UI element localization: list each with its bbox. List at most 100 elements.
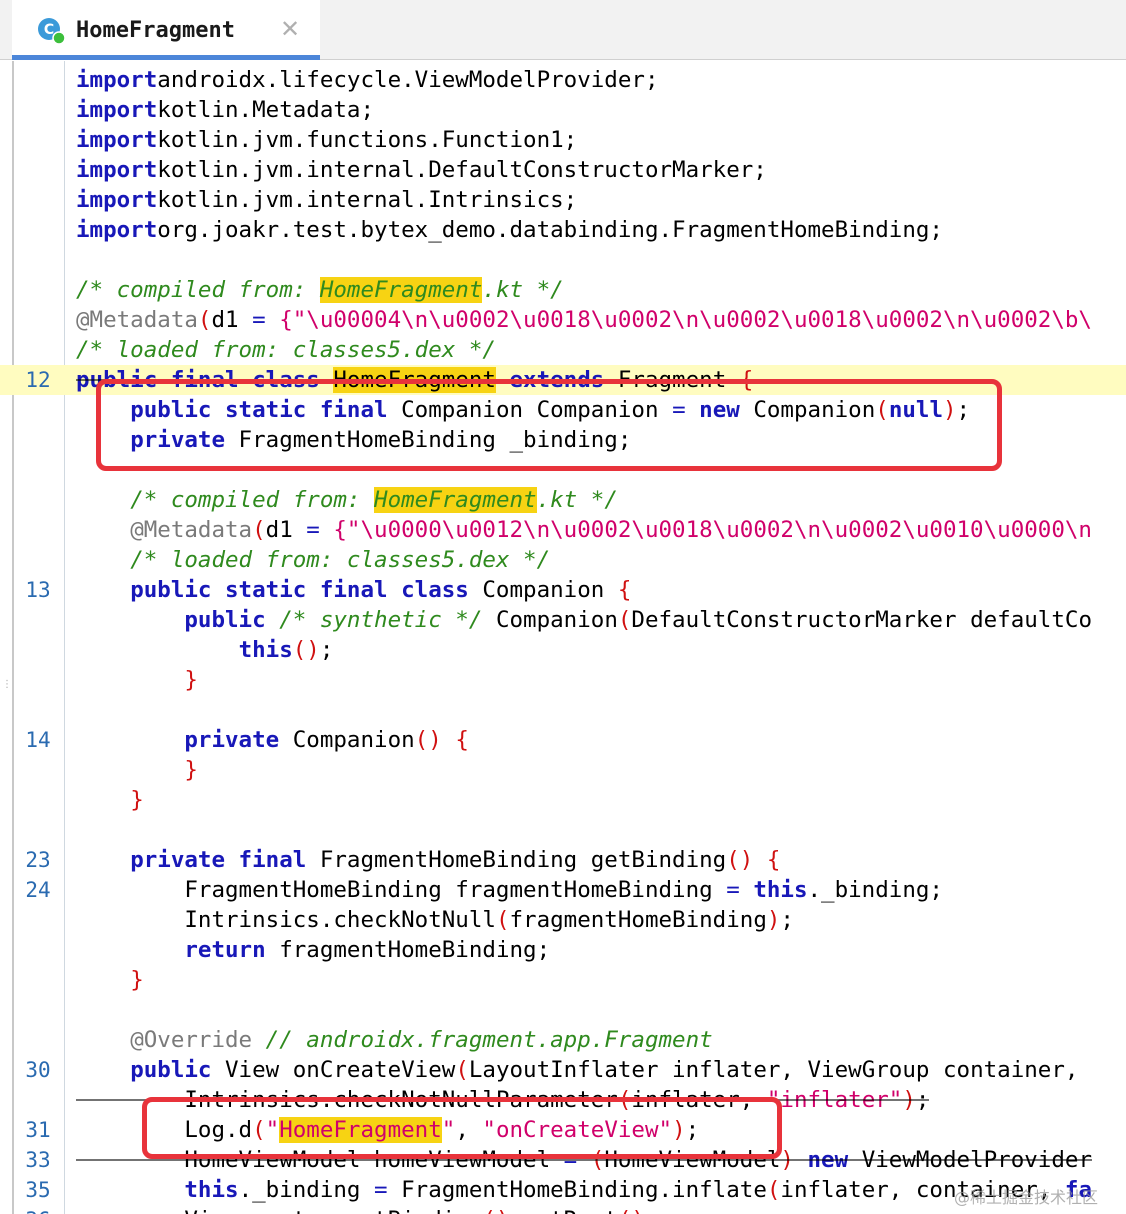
code-token: View onCreateView [211, 1057, 456, 1083]
code-token: = [320, 1207, 334, 1214]
line-number[interactable]: 33 [14, 1145, 62, 1175]
code-line[interactable]: public /* synthetic */ Companion(Default… [0, 605, 1126, 635]
code-token: () [292, 637, 320, 663]
code-token: { [766, 847, 781, 873]
code-line[interactable]: 14 private Companion() { [0, 725, 1126, 755]
code-line[interactable]: @Override // androidx.fragment.app.Fragm… [0, 1025, 1126, 1055]
code-line[interactable]: } [0, 755, 1126, 785]
code-token: Intrinsics.checkNotNull [76, 907, 496, 933]
code-token: } [130, 787, 144, 813]
code-token: kotlin.jvm.internal.Intrinsics; [157, 187, 578, 213]
code-line[interactable]: 23 private final FragmentHomeBinding get… [0, 845, 1126, 875]
code-text: importkotlin.jvm.functions.Function1; [76, 125, 577, 155]
code-token: public [130, 1057, 212, 1083]
line-number[interactable]: 24 [14, 875, 62, 905]
tab-homefragment[interactable]: C HomeFragment ✕ [12, 0, 320, 60]
code-text: /* compiled from: HomeFragment.kt */ [76, 485, 618, 515]
line-number[interactable]: 12 [14, 365, 62, 395]
line-number[interactable]: 23 [14, 845, 62, 875]
code-token: ( [252, 517, 266, 543]
code-token: () [618, 1207, 645, 1214]
code-line[interactable]: /* loaded from: classes5.dex */ [0, 545, 1126, 575]
code-line[interactable]: @Metadata(d1 = {"\u00004\n\u0002\u0018\u… [0, 305, 1126, 335]
kotlin-class-icon: C [38, 18, 66, 45]
code-line[interactable]: 13 public static final class Companion { [0, 575, 1126, 605]
code-token: { [617, 577, 632, 603]
code-line[interactable]: importkotlin.jvm.internal.Intrinsics; [0, 185, 1126, 215]
code-line[interactable]: } [0, 785, 1126, 815]
code-line[interactable]: 30 public View onCreateView(LayoutInflat… [0, 1055, 1126, 1085]
code-token: import [76, 187, 158, 213]
code-token: import [76, 217, 158, 243]
annotation-box-companion-fields [96, 379, 1002, 471]
code-line[interactable]: /* loaded from: classes5.dex */ [0, 335, 1126, 365]
code-token: ( [766, 1177, 781, 1203]
code-line[interactable]: @Metadata(d1 = {"\u0000\u0012\n\u0002\u0… [0, 515, 1126, 545]
code-line[interactable]: importkotlin.jvm.internal.DefaultConstru… [0, 155, 1126, 185]
code-token: import [76, 157, 158, 183]
code-line[interactable] [0, 995, 1126, 1025]
line-number[interactable]: 14 [14, 725, 62, 755]
code-line[interactable] [0, 695, 1126, 725]
code-line[interactable]: return fragmentHomeBinding; [0, 935, 1126, 965]
close-icon[interactable]: ✕ [280, 14, 300, 44]
code-token: import [76, 97, 158, 123]
tab-title: HomeFragment [76, 18, 235, 43]
code-token: () [726, 847, 754, 873]
code-line[interactable]: this(); [0, 635, 1126, 665]
code-token: private final [130, 847, 307, 873]
line-number[interactable]: 36 [14, 1205, 62, 1214]
code-token: import [76, 67, 158, 93]
line-number[interactable]: 30 [14, 1055, 62, 1085]
code-line[interactable]: importorg.joakr.test.bytex_demo.databind… [0, 215, 1126, 245]
line-number[interactable]: 13 [14, 575, 62, 605]
line-number[interactable]: 35 [14, 1175, 62, 1205]
code-line[interactable]: importkotlin.jvm.functions.Function1; [0, 125, 1126, 155]
code-line[interactable]: 24 FragmentHomeBinding fragmentHomeBindi… [0, 875, 1126, 905]
code-token: .kt */ [536, 487, 618, 513]
code-token: View root [76, 1207, 320, 1214]
code-token: { [455, 727, 469, 753]
code-token: public static final class [130, 577, 469, 603]
strike-overlay [76, 1159, 1092, 1161]
code-text: /* compiled from: HomeFragment.kt */ [76, 275, 564, 305]
code-token: /* compiled from: [76, 277, 320, 303]
code-text: } [76, 965, 144, 995]
code-line[interactable]: } [0, 965, 1126, 995]
code-line[interactable]: /* compiled from: HomeFragment.kt */ [0, 485, 1126, 515]
code-line[interactable]: importkotlin.Metadata; [0, 95, 1126, 125]
code-token: // androidx.fragment.app.Fragment [265, 1027, 713, 1053]
code-token: FragmentHomeBinding getBinding [306, 847, 727, 873]
code-token: this [184, 1177, 239, 1203]
code-editor[interactable]: ⋮ importandroidx.lifecycle.ViewModelProv… [0, 61, 1126, 1214]
code-token: } [184, 667, 198, 693]
code-line[interactable] [0, 815, 1126, 845]
code-text: View root = getBinding().getRoot(); [76, 1205, 658, 1214]
code-token: @Metadata [130, 517, 253, 543]
line-number[interactable]: 31 [14, 1115, 62, 1145]
svg-text:C: C [44, 22, 54, 38]
code-text: @Metadata(d1 = {"\u00004\n\u0002\u0018\u… [76, 305, 1092, 335]
code-line[interactable]: Intrinsics.checkNotNull(fragmentHomeBind… [0, 905, 1126, 935]
code-line[interactable] [0, 245, 1126, 275]
code-line[interactable]: importandroidx.lifecycle.ViewModelProvid… [0, 65, 1126, 95]
code-token: {"\u00004\n\u0002\u0018\u0002\n\u0002\u0… [279, 307, 1092, 333]
code-text: Intrinsics.checkNotNull(fragmentHomeBind… [76, 905, 794, 935]
code-token: this [753, 877, 808, 903]
code-token: import [76, 127, 158, 153]
code-text: /* loaded from: classes5.dex */ [76, 545, 550, 575]
code-token: FragmentHomeBinding fragmentHomeBinding [76, 877, 727, 903]
code-token: org.joakr.test.bytex_demo.databinding.Fr… [157, 217, 943, 243]
code-line[interactable]: /* compiled from: HomeFragment.kt */ [0, 275, 1126, 305]
code-line[interactable]: } [0, 665, 1126, 695]
